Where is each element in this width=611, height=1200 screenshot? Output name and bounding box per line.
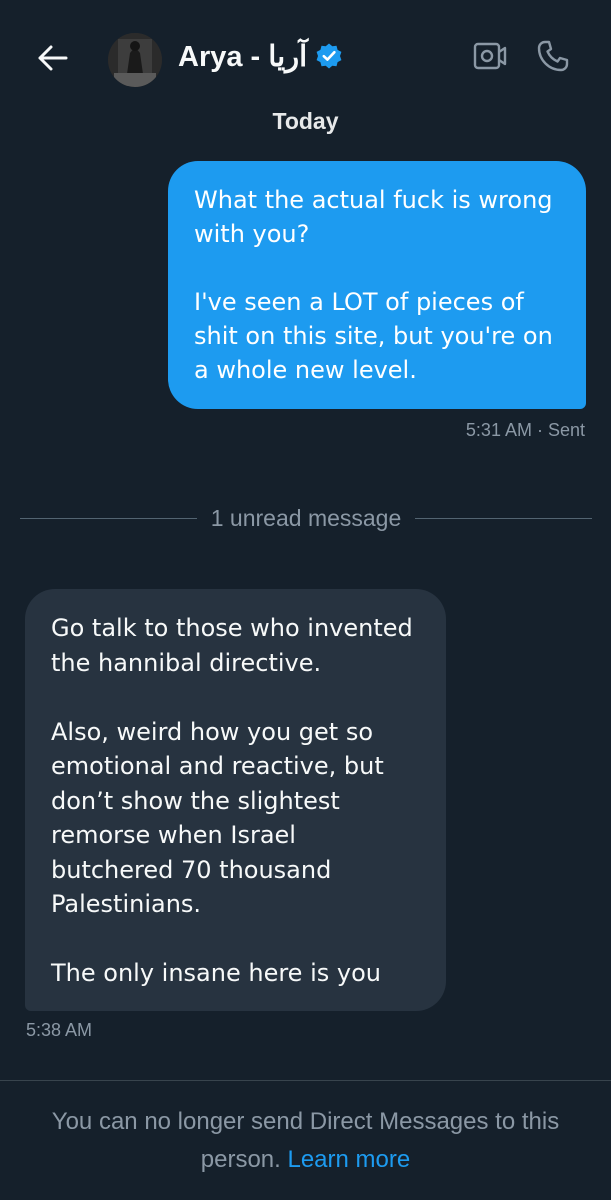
conversation-title[interactable]: Arya - آریا [178,36,343,76]
dm-restricted-notice: You can no longer send Direct Messages t… [10,1103,601,1179]
message-timestamp: 5:31 AM · Sent [465,420,585,440]
date-separator: Today [272,108,339,134]
voice-call-button[interactable] [533,38,573,78]
arrow-left-icon [36,44,68,76]
message-text: Go talk to those who invented the hannib… [51,614,413,987]
unread-label: 1 unread message [210,504,402,531]
phone-icon [536,39,570,77]
footer-divider [0,1080,611,1081]
message-text: What the actual fuck is wrong with you? … [194,186,553,384]
video-call-button[interactable] [470,40,510,76]
message-timestamp: 5:38 AM [26,1020,93,1040]
conversation-header: Arya - آریا [0,0,611,110]
unread-divider: 1 unread message [20,498,593,538]
sent-message-bubble[interactable]: What the actual fuck is wrong with you? … [168,161,586,409]
video-camera-icon [473,41,507,75]
divider-line-right [415,517,593,519]
divider-line-left [20,517,197,519]
learn-more-link[interactable]: Learn more [287,1146,410,1173]
contact-name: Arya - آریا [178,40,308,73]
received-message-bubble[interactable]: Go talk to those who invented the hannib… [25,589,446,1011]
back-button[interactable] [30,38,74,82]
avatar[interactable] [108,33,162,87]
verified-badge-icon [315,42,343,70]
